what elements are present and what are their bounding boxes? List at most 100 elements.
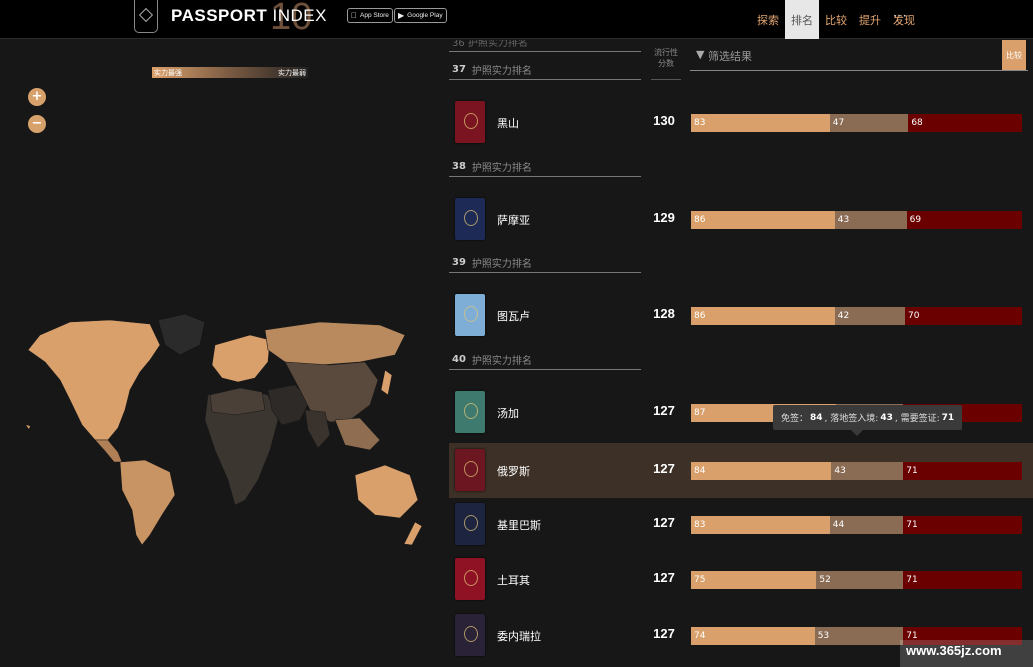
visa-on-arrival-segment[interactable]: 47 xyxy=(829,114,909,132)
app-store-badge[interactable]:  App Store xyxy=(347,8,393,23)
country-name[interactable]: 基里巴斯 xyxy=(497,517,541,533)
passport-cover-image[interactable] xyxy=(455,391,485,433)
mobility-score: 127 xyxy=(653,626,675,641)
visa-required-segment[interactable]: 68 xyxy=(908,114,1022,132)
play-icon: ▶ xyxy=(398,11,405,20)
visa-on-arrival-segment[interactable]: 53 xyxy=(814,627,904,645)
country-name[interactable]: 委内瑞拉 xyxy=(497,628,541,644)
visa-on-arrival-segment[interactable]: 43 xyxy=(834,211,907,229)
map-southeast-asia xyxy=(334,417,381,451)
legend-strongest: 实力最强 xyxy=(154,68,182,77)
country-name[interactable]: 俄罗斯 xyxy=(497,463,530,479)
passport-cover-image[interactable] xyxy=(455,449,485,491)
passport-row[interactable]: 图瓦卢 128 86 42 70 xyxy=(449,288,1033,343)
visa-breakdown-bar[interactable]: 86 42 70 xyxy=(691,307,1022,325)
google-play-badge[interactable]: ▶ Google Play xyxy=(394,8,447,23)
nav-item-1[interactable]: 排名 xyxy=(785,0,819,39)
rank-label: 护照实力排名 xyxy=(471,259,532,270)
map-north-africa xyxy=(209,387,266,416)
visa-required-segment[interactable]: 71 xyxy=(903,571,1022,589)
map-north-america xyxy=(27,319,161,441)
passport-cover-image[interactable] xyxy=(455,558,485,600)
mobility-score: 127 xyxy=(653,461,675,476)
map-russia xyxy=(264,321,406,366)
map-australia xyxy=(354,464,419,519)
rank-label: 护照实力排名 xyxy=(471,66,532,77)
visa-breakdown-bar[interactable]: 86 43 69 xyxy=(691,211,1022,229)
map-south-america xyxy=(119,459,176,546)
visa-on-arrival-segment[interactable]: 43 xyxy=(831,462,904,480)
nav-item-0[interactable]: 探索 xyxy=(751,0,785,39)
rank-header-40: 40 护照实力排名 xyxy=(449,350,641,370)
visa-breakdown-bar[interactable]: 75 52 71 xyxy=(691,571,1022,589)
mobility-score: 127 xyxy=(653,515,675,530)
visa-free-segment[interactable]: 86 xyxy=(691,307,835,325)
rank-header-38: 38 护照实力排名 xyxy=(449,157,641,177)
visa-breakdown-bar[interactable]: 83 44 71 xyxy=(691,516,1022,534)
rank-label: 护照实力排名 xyxy=(471,163,532,174)
watermark: www.365jz.com xyxy=(906,643,1002,658)
passport-row[interactable]: 黑山 130 83 47 68 xyxy=(449,95,1033,150)
country-name[interactable]: 土耳其 xyxy=(497,572,530,588)
rank-number: 39 xyxy=(452,257,466,268)
map-europe xyxy=(211,334,271,383)
map-greenland xyxy=(157,313,206,356)
mobility-score: 127 xyxy=(653,570,675,585)
visa-tooltip: 免签： 84 , 落地签入境: 43 , 需要签证: 71 xyxy=(773,405,963,430)
visa-breakdown-bar[interactable]: 84 43 71 xyxy=(691,462,1022,480)
passport-row[interactable]: 俄罗斯 127 84 43 71 xyxy=(449,443,1033,498)
map-new-zealand xyxy=(403,521,423,546)
world-map[interactable] xyxy=(0,300,440,560)
zoom-out-button[interactable]: − xyxy=(28,115,46,133)
visa-required-segment[interactable]: 69 xyxy=(906,211,1022,229)
visa-on-arrival-segment[interactable]: 42 xyxy=(834,307,905,325)
passport-cover-image[interactable] xyxy=(455,198,485,240)
visa-required-segment[interactable]: 71 xyxy=(903,462,1022,480)
passport-cover-image[interactable] xyxy=(455,101,485,143)
country-name[interactable]: 黑山 xyxy=(497,115,519,131)
nav-item-2[interactable]: 比较 xyxy=(819,0,853,39)
legend-weakest: 实力最弱 xyxy=(278,68,306,77)
rank-header-39: 39 护照实力排名 xyxy=(449,253,641,273)
passport-cover-image[interactable] xyxy=(455,614,485,656)
nav-item-3[interactable]: 提升 xyxy=(853,0,887,39)
map-central-america xyxy=(94,439,123,463)
visa-required-segment[interactable]: 71 xyxy=(903,516,1022,534)
visa-free-segment[interactable]: 75 xyxy=(691,571,817,589)
ranking-list: 36 护照实力排名 37 护照实力排名 38 护照实力排名 39 护照实力排名 40 护照实力… xyxy=(449,40,1033,667)
power-legend: 实力最强 实力最弱 xyxy=(152,67,308,78)
visa-free-segment[interactable]: 83 xyxy=(691,516,830,534)
country-name[interactable]: 图瓦卢 xyxy=(497,308,530,324)
country-name[interactable]: 萨摩亚 xyxy=(497,212,530,228)
visa-free-segment[interactable]: 74 xyxy=(691,627,815,645)
passport-row[interactable]: 萨摩亚 129 86 43 69 xyxy=(449,192,1033,247)
visa-on-arrival-segment[interactable]: 44 xyxy=(829,516,904,534)
passport-cover-image[interactable] xyxy=(455,503,485,545)
rank-number: 40 xyxy=(452,354,466,365)
visa-on-arrival-segment[interactable]: 52 xyxy=(816,571,904,589)
country-name[interactable]: 汤加 xyxy=(497,405,519,421)
site-logo[interactable]: PASSPORT INDEX xyxy=(171,6,327,26)
rank-header-37: 37 护照实力排名 xyxy=(449,60,641,80)
top-bar: 10 PASSPORT INDEX  App Store ▶ Google P… xyxy=(0,0,1033,39)
rank-number: 37 xyxy=(452,64,466,75)
phone-logo-icon[interactable] xyxy=(134,0,158,33)
visa-free-segment[interactable]: 86 xyxy=(691,211,835,229)
visa-required-segment[interactable]: 70 xyxy=(904,307,1022,325)
tooltip-arrow xyxy=(851,430,863,436)
mobility-score: 127 xyxy=(653,403,675,418)
mobility-score: 128 xyxy=(653,306,675,321)
rank-header-cut-off: 36 护照实力排名 xyxy=(449,40,641,52)
more-menu-icon[interactable]: ··· xyxy=(893,9,907,23)
visa-free-segment[interactable]: 84 xyxy=(691,462,832,480)
passport-row[interactable]: 基里巴斯 127 83 44 71 xyxy=(449,497,1033,552)
map-hawaii xyxy=(26,425,30,429)
passport-cover-image[interactable] xyxy=(455,294,485,336)
zoom-in-button[interactable]: + xyxy=(28,88,46,106)
mobility-score: 129 xyxy=(653,210,675,225)
visa-breakdown-bar[interactable]: 83 47 68 xyxy=(691,114,1022,132)
visa-free-segment[interactable]: 83 xyxy=(691,114,830,132)
rank-label: 护照实力排名 xyxy=(471,356,532,367)
passport-row[interactable]: 土耳其 127 75 52 71 xyxy=(449,552,1033,607)
apple-icon:  xyxy=(351,11,357,20)
